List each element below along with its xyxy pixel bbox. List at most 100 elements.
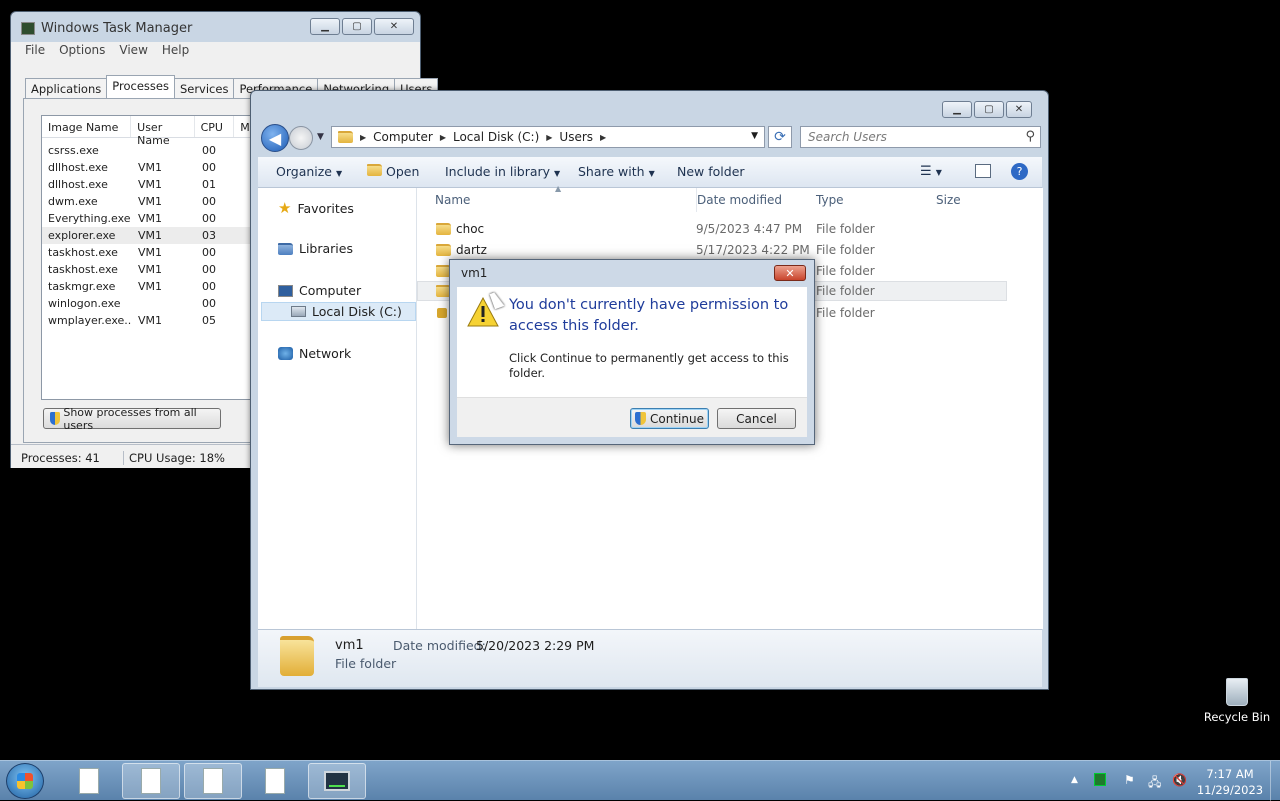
table-row[interactable]: Everything.exe VM1 00	[42, 210, 270, 227]
taskbar-item[interactable]	[246, 763, 304, 799]
dialog-close-button[interactable]: ✕	[774, 265, 806, 281]
include-in-library-button[interactable]: Include in library ▼	[445, 164, 560, 179]
help-icon[interactable]: ?	[1011, 163, 1028, 180]
column-cpu[interactable]: CPU	[195, 116, 235, 137]
nav-network[interactable]: Network	[278, 346, 351, 361]
nav-libraries[interactable]: Libraries	[278, 241, 353, 256]
column-size[interactable]: Size	[936, 188, 961, 212]
recent-pages-chevron-icon[interactable]: ▼	[317, 132, 324, 142]
tab-services[interactable]: Services	[173, 78, 235, 98]
computer-icon	[278, 284, 293, 297]
table-row[interactable]: dllhost.exe VM1 01	[42, 176, 270, 193]
table-row[interactable]: dwm.exe VM1 00	[42, 193, 270, 210]
show-desktop-button[interactable]	[1270, 761, 1280, 801]
address-bar[interactable]: ▶ Computer ▶ Local Disk (C:) ▶ Users ▶ ▼	[331, 126, 765, 148]
table-row[interactable]: taskmgr.exe VM1 00	[42, 278, 270, 295]
address-dropdown-icon[interactable]: ▼	[751, 131, 758, 141]
process-list[interactable]: Image Name User Name CPU Me csrss.exe 00 …	[41, 115, 271, 400]
breadcrumb-users[interactable]: Users	[559, 130, 593, 144]
organize-button[interactable]: Organize ▼	[276, 164, 342, 179]
star-icon: ★	[278, 199, 292, 217]
table-row[interactable]: dllhost.exe VM1 00	[42, 159, 270, 176]
list-item[interactable]: choc 9/5/2023 4:47 PM File folder	[417, 219, 1007, 239]
permission-dialog[interactable]: vm1 ✕ You don't currently have permissio…	[449, 259, 815, 445]
share-with-button[interactable]: Share with ▼	[578, 164, 655, 179]
volume-muted-icon[interactable]: 🔇	[1172, 773, 1187, 787]
new-folder-button[interactable]: New folder	[677, 164, 745, 179]
breadcrumb-computer[interactable]: Computer	[373, 130, 433, 144]
close-button[interactable]: ✕	[1006, 101, 1032, 118]
show-all-processes-button[interactable]: Show processes from all users	[43, 406, 221, 432]
folder-icon	[436, 244, 451, 256]
maximize-button[interactable]: ▢	[974, 101, 1004, 118]
menu-options[interactable]: Options	[59, 43, 105, 57]
uac-shield-icon	[50, 412, 61, 425]
recycle-bin-icon	[1226, 678, 1248, 706]
command-bar: Organize ▼ Open Include in library ▼ Sha…	[258, 157, 1042, 188]
file-date: 9/5/2023 4:47 PM	[696, 222, 803, 236]
libraries-icon	[278, 242, 293, 255]
forward-button[interactable]	[289, 126, 313, 150]
list-item[interactable]: dartz 5/17/2023 4:22 PM File folder	[417, 240, 1007, 260]
column-type[interactable]: Type	[816, 188, 844, 212]
table-row[interactable]: taskhost.exe VM1 00	[42, 261, 270, 278]
tab-applications[interactable]: Applications	[25, 78, 108, 98]
tray-performance-icon[interactable]	[1094, 773, 1106, 786]
close-icon: ✕	[785, 266, 795, 280]
maximize-button[interactable]: ▢	[342, 18, 372, 35]
breadcrumb-separator-icon[interactable]: ▶	[600, 133, 606, 142]
taskbar-item-task-manager[interactable]	[308, 763, 366, 799]
column-name[interactable]: Name	[435, 188, 470, 212]
menu-help[interactable]: Help	[162, 43, 189, 57]
file-type: File folder	[816, 243, 875, 257]
show-hidden-icons-chevron-icon[interactable]: ▲	[1071, 775, 1078, 785]
table-row[interactable]: explorer.exe VM1 03	[42, 227, 270, 244]
large-folder-icon	[280, 636, 314, 676]
nav-computer[interactable]: Computer	[278, 283, 361, 298]
change-view-icon[interactable]: ☰ ▼	[920, 164, 942, 179]
column-date-modified[interactable]: Date modified	[696, 188, 782, 212]
table-row[interactable]: taskhost.exe VM1 00	[42, 244, 270, 261]
start-button[interactable]	[6, 763, 44, 799]
back-button[interactable]: ◀	[261, 124, 289, 152]
table-row[interactable]: winlogon.exe 00	[42, 295, 270, 312]
lock-icon	[437, 308, 447, 318]
minimize-button[interactable]: ▁	[310, 18, 340, 35]
details-pane: vm1 Date modified: 5/20/2023 2:29 PM Fil…	[258, 629, 1042, 687]
table-row[interactable]: wmplayer.exe... VM1 05	[42, 312, 270, 329]
cancel-button[interactable]: Cancel	[717, 408, 796, 429]
action-center-icon[interactable]: ⚑	[1124, 773, 1135, 787]
close-button[interactable]: ✕	[374, 18, 414, 35]
details-name: vm1	[335, 638, 364, 653]
menu-file[interactable]: File	[25, 43, 45, 57]
continue-button[interactable]: Continue	[630, 408, 709, 429]
tab-processes[interactable]: Processes	[106, 75, 175, 98]
search-input[interactable]: Search Users ⚲	[800, 126, 1041, 148]
dialog-main-instruction: You don't currently have permission to a…	[509, 297, 789, 334]
minimize-button[interactable]: ▁	[942, 101, 972, 118]
search-icon[interactable]: ⚲	[1025, 129, 1035, 144]
column-image-name[interactable]: Image Name	[42, 116, 132, 137]
status-processes: Processes: 41	[21, 451, 100, 465]
breadcrumb-separator-icon[interactable]: ▶	[546, 133, 552, 142]
preview-pane-icon[interactable]	[975, 164, 991, 178]
recycle-bin[interactable]: Recycle Bin	[1203, 678, 1271, 724]
network-tray-icon[interactable]: 🖧	[1148, 773, 1161, 794]
nav-favorites[interactable]: ★ Favorites	[278, 199, 354, 217]
column-user-name[interactable]: User Name	[131, 116, 195, 147]
open-button[interactable]: Open	[367, 164, 419, 179]
taskbar-item[interactable]	[184, 763, 242, 799]
file-type: File folder	[816, 306, 875, 320]
breadcrumb-separator-icon[interactable]: ▶	[360, 133, 366, 142]
refresh-button[interactable]: ⟳	[768, 126, 792, 148]
table-row[interactable]: csrss.exe 00	[42, 142, 270, 159]
breadcrumb-local-disk[interactable]: Local Disk (C:)	[453, 130, 539, 144]
navigation-pane[interactable]: ★ Favorites Libraries Computer Local Disk…	[258, 188, 417, 629]
file-type: File folder	[816, 264, 875, 278]
taskbar-item[interactable]	[122, 763, 180, 799]
nav-local-disk[interactable]: Local Disk (C:)	[261, 302, 416, 321]
breadcrumb-separator-icon[interactable]: ▶	[440, 133, 446, 142]
clock[interactable]: 7:17 AM 11/29/2023	[1195, 766, 1265, 798]
menu-view[interactable]: View	[119, 43, 147, 57]
taskbar-item[interactable]	[60, 763, 118, 799]
